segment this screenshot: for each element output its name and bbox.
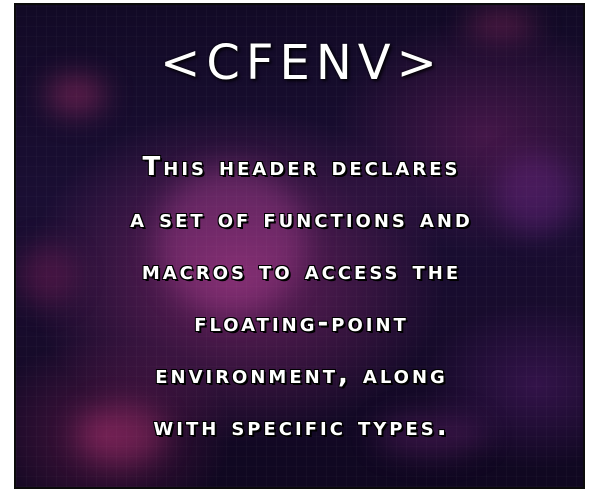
description-line: with specific types. <box>153 412 450 442</box>
description-line: macros to access the <box>141 256 462 286</box>
description-line: a set of functions and <box>130 204 473 234</box>
header-title: <CFENV> <box>160 35 443 91</box>
header-description: This header declares a set of functions … <box>26 141 577 453</box>
description-line: floating-point <box>194 308 409 338</box>
cfenv-card: <CFENV> This header declares a set of fu… <box>14 3 585 489</box>
background-glow <box>466 10 536 38</box>
description-line: environment, along <box>155 360 448 390</box>
description-line: This header declares <box>142 152 461 182</box>
